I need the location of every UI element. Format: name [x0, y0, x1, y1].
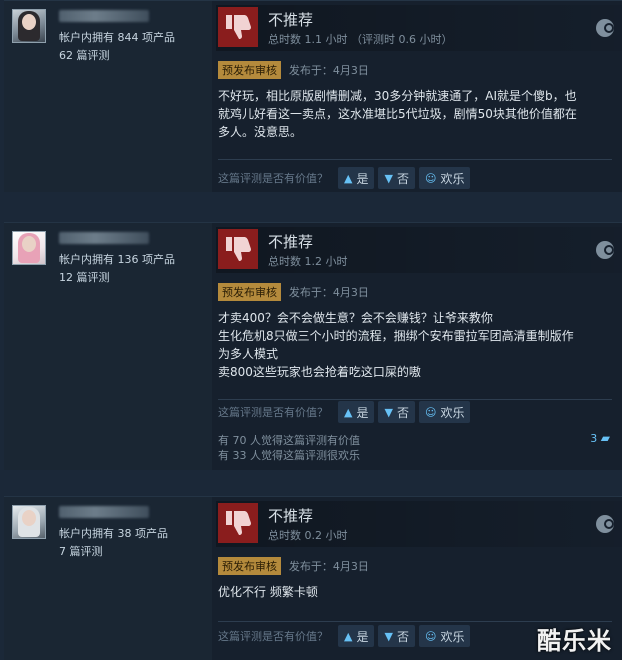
vote-funny-label: 欢乐 [440, 629, 465, 644]
thumbs-up-icon: ▲ [344, 405, 353, 419]
review-stats: 有 70 人觉得这篇评测有价值 有 33 人觉得这篇评测很欢乐 [218, 433, 360, 463]
vote-no-label: 否 [396, 629, 409, 644]
early-access-badge[interactable]: 预发布审核 [218, 557, 281, 575]
early-access-badge[interactable]: 预发布审核 [218, 283, 281, 301]
vote-yes-label: 是 [356, 405, 369, 420]
vote-yes-label: 是 [356, 629, 369, 644]
posted-date: 发布于：4月3日 [288, 64, 369, 77]
review-content: 不推荐 总时数 1.1 小时 （评测时 0.6 小时） 预发布审核 发布于：4月… [216, 1, 622, 192]
steam-icon [596, 19, 614, 37]
vote-funny-button[interactable]: ☺ 欢乐 [418, 401, 471, 423]
vote-yes-label: 是 [356, 171, 369, 186]
review-card: 帐户内拥有 844 项产品 62 篇评测 不推荐 总时数 1.1 小时 （评测时… [4, 0, 622, 192]
review-content: 不推荐 总时数 1.2 小时 预发布审核 发布于：4月3日 才卖400？会不会做… [216, 223, 622, 470]
thumbs-down-icon [218, 7, 258, 47]
review-body-line: 生化危机8只做三个小时的流程，捆绑个安布雷拉军团高清重制版作 [218, 329, 574, 343]
review-body-line: 才卖400？会不会做生意？会不会赚钱？让爷来教你 [218, 311, 493, 325]
thumbs-up-icon: ▲ [344, 629, 353, 643]
vote-yes-button[interactable]: ▲ 是 [338, 167, 375, 189]
review-body-line: 卖800这些玩家也会抢着吃这口屎的嗷 [218, 365, 421, 379]
divider [218, 159, 612, 160]
products-owned[interactable]: 帐户内拥有 38 项产品 [59, 525, 168, 541]
funny-stat: 有 33 人觉得这篇评测很欢乐 [218, 449, 360, 462]
vote-no-button[interactable]: ▼ 否 [378, 401, 415, 423]
helpful-stat: 有 70 人觉得这篇评测有价值 [218, 434, 360, 447]
comment-icon: ▰ [600, 431, 610, 445]
products-owned[interactable]: 帐户内拥有 844 项产品 [59, 29, 175, 45]
avatar[interactable] [12, 231, 46, 265]
reviewer-panel: 帐户内拥有 38 项产品 7 篇评测 [4, 497, 212, 660]
thumbs-down-icon: ▼ [384, 629, 393, 643]
review-body: 才卖400？会不会做生意？会不会赚钱？让爷来教你 生化危机8只做三个小时的流程，… [218, 309, 608, 381]
steam-icon [596, 241, 614, 259]
review-count[interactable]: 62 篇评测 [59, 47, 110, 63]
vote-header[interactable]: 不推荐 总时数 1.1 小时 （评测时 0.6 小时） [216, 5, 622, 51]
posted-date: 发布于：4月3日 [288, 286, 369, 299]
helpful-row: 这篇评测是否有价值？ ▲ 是 ▼ 否 ☺ 欢乐 [218, 625, 474, 647]
divider [218, 399, 612, 400]
avatar[interactable] [12, 505, 46, 539]
vote-funny-button[interactable]: ☺ 欢乐 [418, 167, 471, 189]
username-redacted[interactable] [59, 506, 149, 518]
playtime-hours: 总时数 1.2 小时 [268, 255, 348, 268]
review-body-line: 不好玩，相比原版剧情删减，30多分钟就速通了，AI就是个傻b，也 [218, 89, 577, 103]
review-card: 帐户内拥有 38 项产品 7 篇评测 不推荐 总时数 0.2 小时 预发布审核 … [4, 496, 622, 660]
vote-yes-button[interactable]: ▲ 是 [338, 625, 375, 647]
early-access-badge[interactable]: 预发布审核 [218, 61, 281, 79]
review-body-line: 就鸡儿好看这一卖点，这水准堪比5代垃圾，剧情50块其他价值都在 [218, 107, 577, 121]
vote-header[interactable]: 不推荐 总时数 0.2 小时 [216, 501, 622, 547]
review-body-line: 多人。没意思。 [218, 125, 303, 139]
smiley-icon: ☺ [424, 629, 437, 643]
helpful-question: 这篇评测是否有价值？ [218, 406, 328, 419]
playtime-hours: 总时数 1.1 小时 （评测时 0.6 小时） [268, 33, 453, 46]
products-owned[interactable]: 帐户内拥有 136 项产品 [59, 251, 175, 267]
review-count[interactable]: 12 篇评测 [59, 269, 110, 285]
smiley-icon: ☺ [424, 405, 437, 419]
reviewer-panel: 帐户内拥有 844 项产品 62 篇评测 [4, 1, 212, 192]
posted-date: 发布于：4月3日 [288, 560, 369, 573]
recommendation-title: 不推荐 [268, 11, 314, 29]
review-card: 帐户内拥有 136 项产品 12 篇评测 不推荐 总时数 1.2 小时 预发布审… [4, 222, 622, 470]
comments-link[interactable]: 3 ▰ [590, 431, 610, 445]
playtime-hours: 总时数 0.2 小时 [268, 529, 348, 542]
vote-funny-label: 欢乐 [440, 405, 465, 420]
vote-no-button[interactable]: ▼ 否 [378, 167, 415, 189]
helpful-question: 这篇评测是否有价值？ [218, 172, 328, 185]
thumbs-up-icon: ▲ [344, 171, 353, 185]
steam-icon [596, 515, 614, 533]
vote-no-label: 否 [396, 405, 409, 420]
vote-no-label: 否 [396, 171, 409, 186]
review-body-line: 为多人模式 [218, 347, 279, 361]
thumbs-down-icon: ▼ [384, 171, 393, 185]
reviewer-panel: 帐户内拥有 136 项产品 12 篇评测 [4, 223, 212, 470]
posted-row: 预发布审核 发布于：4月3日 [218, 557, 369, 575]
review-count[interactable]: 7 篇评测 [59, 543, 103, 559]
posted-row: 预发布审核 发布于：4月3日 [218, 283, 369, 301]
smiley-icon: ☺ [424, 171, 437, 185]
posted-row: 预发布审核 发布于：4月3日 [218, 61, 369, 79]
helpful-row: 这篇评测是否有价值？ ▲ 是 ▼ 否 ☺ 欢乐 [218, 167, 474, 189]
vote-funny-label: 欢乐 [440, 171, 465, 186]
vote-funny-button[interactable]: ☺ 欢乐 [418, 625, 471, 647]
avatar[interactable] [12, 9, 46, 43]
review-body: 优化不行 频繁卡顿 [218, 583, 608, 601]
username-redacted[interactable] [59, 232, 149, 244]
vote-header[interactable]: 不推荐 总时数 1.2 小时 [216, 227, 622, 273]
vote-yes-button[interactable]: ▲ 是 [338, 401, 375, 423]
thumbs-down-icon [218, 503, 258, 543]
helpful-question: 这篇评测是否有价值？ [218, 630, 328, 643]
thumbs-down-icon [218, 229, 258, 269]
recommendation-title: 不推荐 [268, 507, 314, 525]
watermark: 酷乐米 [537, 627, 612, 655]
comments-count: 3 [590, 432, 598, 445]
recommendation-title: 不推荐 [268, 233, 314, 251]
thumbs-down-icon: ▼ [384, 405, 393, 419]
username-redacted[interactable] [59, 10, 149, 22]
vote-no-button[interactable]: ▼ 否 [378, 625, 415, 647]
helpful-row: 这篇评测是否有价值？ ▲ 是 ▼ 否 ☺ 欢乐 [218, 401, 474, 423]
review-body-line: 优化不行 频繁卡顿 [218, 585, 318, 599]
review-body: 不好玩，相比原版剧情删减，30多分钟就速通了，AI就是个傻b，也 就鸡儿好看这一… [218, 87, 608, 141]
